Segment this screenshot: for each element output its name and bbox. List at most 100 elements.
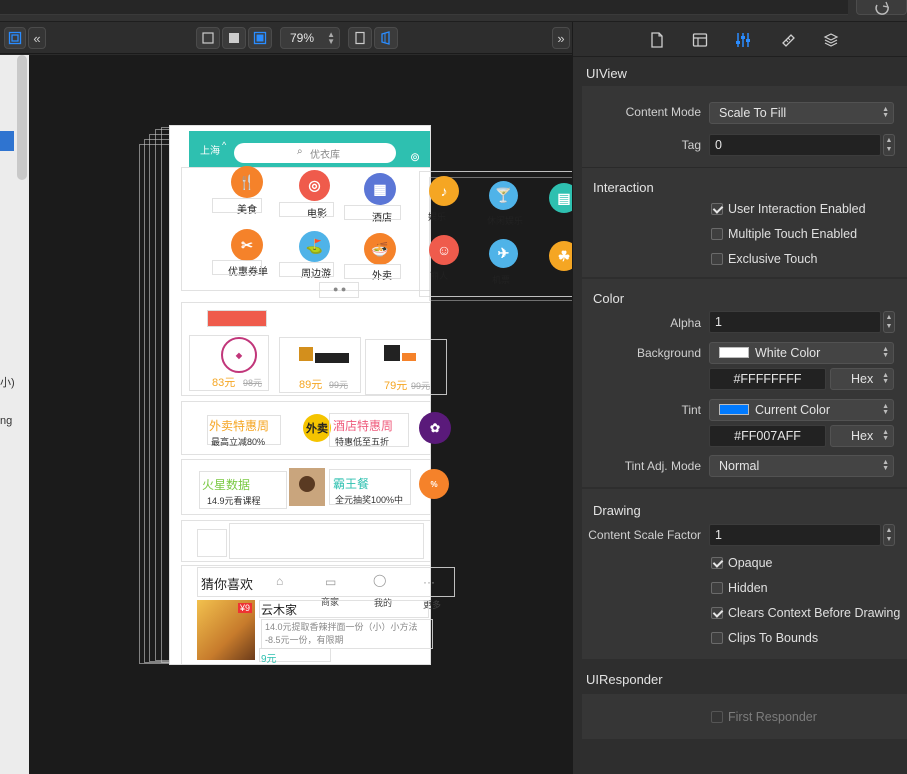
tint-hex-field[interactable]: #FF007AFF — [709, 425, 826, 447]
coupon-icon[interactable]: ✂ — [231, 229, 263, 261]
hex-label: Hex — [851, 372, 874, 386]
promo-subtitle: 特惠低至五折 — [335, 437, 390, 447]
popup-arrows-icon: ▲ ▼ — [882, 429, 889, 442]
tint-adj-popup[interactable]: Normal ▲ ▼ — [709, 455, 894, 477]
clips-bounds-checkbox[interactable]: Clips To Bounds — [711, 631, 818, 645]
search-icon: ⌕ — [297, 146, 303, 157]
zoom-to-fit-button[interactable] — [4, 27, 26, 49]
checkbox-icon — [711, 711, 723, 723]
hotel-icon[interactable]: ▦ — [364, 173, 396, 205]
category-label: 休闲娱乐 — [487, 216, 524, 226]
tab-quick-help[interactable] — [689, 29, 711, 51]
beauty-icon[interactable]: ☺ — [429, 235, 459, 265]
tag-stepper[interactable]: ▲ ▼ — [883, 134, 895, 156]
section-uiview: UIView — [586, 66, 627, 81]
divider — [582, 167, 907, 168]
opaque-checkbox[interactable]: Opaque — [711, 556, 772, 570]
2d-view-button[interactable] — [348, 27, 372, 49]
deal-logo — [297, 345, 353, 365]
tab-file-inspector[interactable] — [646, 29, 668, 51]
leisure-icon[interactable]: 🍸 — [489, 181, 518, 210]
background-hex-popup[interactable]: Hex ▲ ▼ — [830, 368, 894, 390]
alpha-stepper[interactable]: ▲ ▼ — [883, 311, 895, 333]
tint-value: Current Color — [755, 403, 831, 417]
checkbox-label: First Responder — [728, 710, 817, 724]
collapse-left-button[interactable]: « — [28, 27, 46, 49]
content-icon — [229, 33, 239, 43]
hierarchy-fragment: ng — [0, 415, 13, 427]
3d-canvas[interactable]: 上海 ^ ⌕ 优衣库 ⊚ 🍴 ◎ ▦ ♪ 🍸 ▤ 美食 电影 酒店 娱乐 休闲娱… — [29, 55, 572, 774]
tint-adj-value: Normal — [719, 459, 760, 473]
ktv-icon[interactable]: ♪ — [429, 176, 459, 206]
selected-row-highlight[interactable] — [0, 131, 14, 151]
content-scale-stepper[interactable]: ▲ ▼ — [883, 524, 895, 546]
reload-button[interactable] — [856, 0, 907, 15]
file-inspector-icon — [651, 32, 663, 48]
hidden-checkbox[interactable]: Hidden — [711, 581, 768, 595]
checkbox-icon — [711, 582, 723, 594]
section-color: Color — [593, 291, 625, 306]
tint-adj-label: Tint Adj. Mode — [624, 459, 701, 473]
window-top-strip — [0, 0, 907, 22]
tag-field[interactable]: 0 — [709, 134, 881, 156]
chevron-down-icon: ^ — [222, 140, 227, 150]
checkbox-label: Clips To Bounds — [728, 631, 819, 645]
tab-attributes-inspector[interactable] — [732, 29, 754, 51]
collapse-right-button[interactable]: » — [552, 27, 570, 49]
tint-label: Tint — [681, 403, 701, 417]
section-interaction: Interaction — [593, 180, 654, 195]
background-popup[interactable]: White Color ▲ ▼ — [709, 342, 894, 364]
profile-icon[interactable]: ◯ — [373, 573, 386, 587]
deals-banner — [207, 310, 267, 327]
trip-icon[interactable]: ⛳ — [299, 231, 330, 262]
movie-icon[interactable]: ◎ — [299, 170, 330, 201]
food-icon[interactable]: 🍴 — [231, 166, 263, 198]
more-icon[interactable]: ··· — [423, 575, 435, 589]
exclusive-touch-checkbox[interactable]: Exclusive Touch — [711, 252, 817, 266]
takeout-icon[interactable]: 🍜 — [364, 233, 396, 265]
tab-size-inspector[interactable] — [777, 29, 799, 51]
merchant-icon[interactable]: ⌂ — [276, 574, 283, 588]
content-mode-popup[interactable]: Scale To Fill ▲ ▼ — [709, 102, 894, 124]
alpha-field[interactable]: 1 — [709, 311, 881, 333]
tint-hex-popup[interactable]: Hex ▲ ▼ — [830, 425, 894, 447]
background-label: Background — [636, 346, 701, 360]
tint-popup[interactable]: Current Color ▲ ▼ — [709, 399, 894, 421]
popup-arrows-icon: ▲ ▼ — [882, 403, 889, 416]
popup-arrows-icon: ▲ ▼ — [882, 106, 889, 119]
content-mode-value: Scale To Fill — [719, 106, 787, 120]
wireframe-mode-button[interactable] — [196, 27, 220, 49]
content-mode-button[interactable] — [222, 27, 246, 49]
multiple-touch-checkbox[interactable]: Multiple Touch Enabled — [711, 227, 857, 241]
clears-context-checkbox[interactable]: Clears Context Before Drawing — [711, 606, 900, 620]
attributes-inspector-icon — [736, 33, 750, 47]
top-field[interactable] — [0, 0, 848, 15]
background-hex-field[interactable]: #FFFFFFFF — [709, 368, 826, 390]
wireframe-content-button[interactable] — [248, 27, 272, 49]
side-category-icon[interactable]: ☘ — [549, 241, 572, 271]
checkbox-label: User Interaction Enabled — [728, 202, 866, 216]
wireframe-content-icon — [253, 31, 267, 45]
background-value: White Color — [755, 346, 821, 360]
map-pin-icon[interactable]: ⊚ — [410, 150, 420, 164]
side-category-icon[interactable]: ▤ — [549, 183, 572, 213]
guess-title: 猜你喜欢 — [201, 577, 254, 592]
first-responder-checkbox[interactable]: First Responder — [711, 710, 817, 724]
promo-subtitle: 14.9元看课程 — [207, 496, 261, 506]
inspector-panel: UIView Content Mode Scale To Fill ▲ ▼ Tag… — [572, 22, 907, 774]
3d-view-button[interactable] — [374, 27, 398, 49]
alpha-label: Alpha — [670, 316, 701, 330]
content-scale-field[interactable]: 1 — [709, 524, 881, 546]
tab-connections-inspector[interactable] — [820, 29, 842, 51]
zoom-arrows-icon: ▲ ▼ — [327, 30, 335, 46]
reload-icon — [875, 1, 890, 15]
checkbox-checked-icon — [711, 557, 723, 569]
flight-icon[interactable]: ✈ — [489, 239, 518, 268]
city-label[interactable]: 上海 — [200, 142, 220, 157]
zoom-stepper[interactable]: 79% ▲ ▼ — [280, 27, 340, 49]
hierarchy-scrollbar[interactable] — [17, 55, 27, 180]
checkbox-label: Multiple Touch Enabled — [728, 227, 858, 241]
cart-icon[interactable]: ▭ — [325, 575, 336, 589]
user-interaction-checkbox[interactable]: User Interaction Enabled — [711, 202, 866, 216]
checkbox-label: Exclusive Touch — [728, 252, 818, 266]
